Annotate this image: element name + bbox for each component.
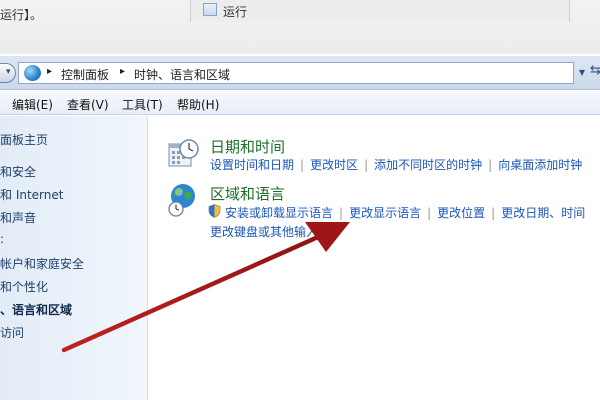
calendar-clock-icon[interactable] (165, 136, 201, 172)
menu-help[interactable]: 帮助(H) (177, 96, 219, 113)
set-time-date-link[interactable]: 设置时间和日期 (210, 158, 294, 172)
install-display-language-link[interactable]: 安装或卸载显示语言 (225, 206, 333, 220)
globe-clock-icon[interactable] (165, 182, 201, 218)
address-dropdown-chevron-icon[interactable]: ▾ (579, 65, 585, 79)
change-timezone-link[interactable]: 更改时区 (310, 158, 358, 172)
document-text-fragment: 运行】。 (0, 8, 43, 22)
refresh-icon[interactable]: ⇆ (590, 63, 600, 78)
background-window: 运行】。 运行 (0, 0, 600, 54)
datetime-category-title[interactable]: 日期和时间 (210, 136, 285, 157)
sidebar: 面板主页 和安全 和 Internet 和声音 : 帐户和家庭安全 和个性化 、… (0, 116, 148, 400)
menu-view[interactable]: 查看(V) (67, 96, 109, 113)
region-links-row1: 安装或卸载显示语言 | 更改显示语言 | 更改位置 | 更改日期、时间 (225, 206, 586, 220)
uac-shield-icon (208, 204, 221, 218)
menu-tools[interactable]: 工具(T) (122, 96, 163, 113)
change-date-time-format-link[interactable]: 更改日期、时间 (501, 206, 585, 220)
breadcrumb-control-panel[interactable]: 控制面板 (61, 66, 109, 83)
address-bar[interactable]: ▸ 控制面板 ▸ 时钟、语言和区域 (18, 62, 574, 84)
breadcrumb-clock-language-region[interactable]: 时钟、语言和区域 (134, 66, 230, 83)
change-location-link[interactable]: 更改位置 (437, 206, 485, 220)
screen-glare (440, 300, 600, 400)
breadcrumb-arrow-icon[interactable]: ▸ (120, 66, 125, 77)
menu-edit[interactable]: 编辑(E) (12, 96, 53, 113)
region-links-row2: 更改键盘或其他输入 (210, 223, 318, 240)
sidebar-item-home[interactable]: 面板主页 (0, 131, 48, 148)
sidebar-item-network-internet[interactable]: 和 Internet (0, 186, 63, 203)
add-desktop-clock-link[interactable]: 向桌面添加时钟 (498, 158, 582, 172)
sidebar-item-ease-of-access[interactable]: 访问 (0, 324, 24, 341)
control-panel-icon (24, 65, 41, 81)
sidebar-item-hardware-sound[interactable]: 和声音 (0, 209, 36, 226)
region-category-title[interactable]: 区域和语言 (210, 183, 285, 204)
recent-pages-chevron-down-icon[interactable]: ▾ (6, 67, 11, 77)
sidebar-item-user-accounts[interactable]: 帐户和家庭安全 (0, 255, 84, 272)
sidebar-item-clock-language-region[interactable]: 、语言和区域 (0, 301, 72, 318)
add-clocks-link[interactable]: 添加不同时区的时钟 (374, 158, 482, 172)
run-icon (203, 3, 217, 16)
breadcrumb-arrow-icon[interactable]: ▸ (47, 66, 52, 77)
change-display-language-link[interactable]: 更改显示语言 (349, 206, 421, 220)
run-label: 运行 (223, 5, 248, 19)
sidebar-item-system-security[interactable]: 和安全 (0, 163, 36, 180)
sidebar-item-programs[interactable]: : (0, 232, 4, 246)
datetime-links: 设置时间和日期 | 更改时区 | 添加不同时区的时钟 | 向桌面添加时钟 (210, 158, 583, 172)
menu-bar: 编辑(E) 查看(V) 工具(T) 帮助(H) (0, 91, 600, 115)
run-dialog-fragment: 运行 (190, 0, 570, 22)
sidebar-item-appearance[interactable]: 和个性化 (0, 278, 48, 295)
change-keyboard-input-link[interactable]: 更改键盘或其他输入 (210, 225, 318, 239)
address-toolbar: ▸ 控制面板 ▸ 时钟、语言和区域 ▾ ▾ ⇆ (0, 56, 600, 90)
